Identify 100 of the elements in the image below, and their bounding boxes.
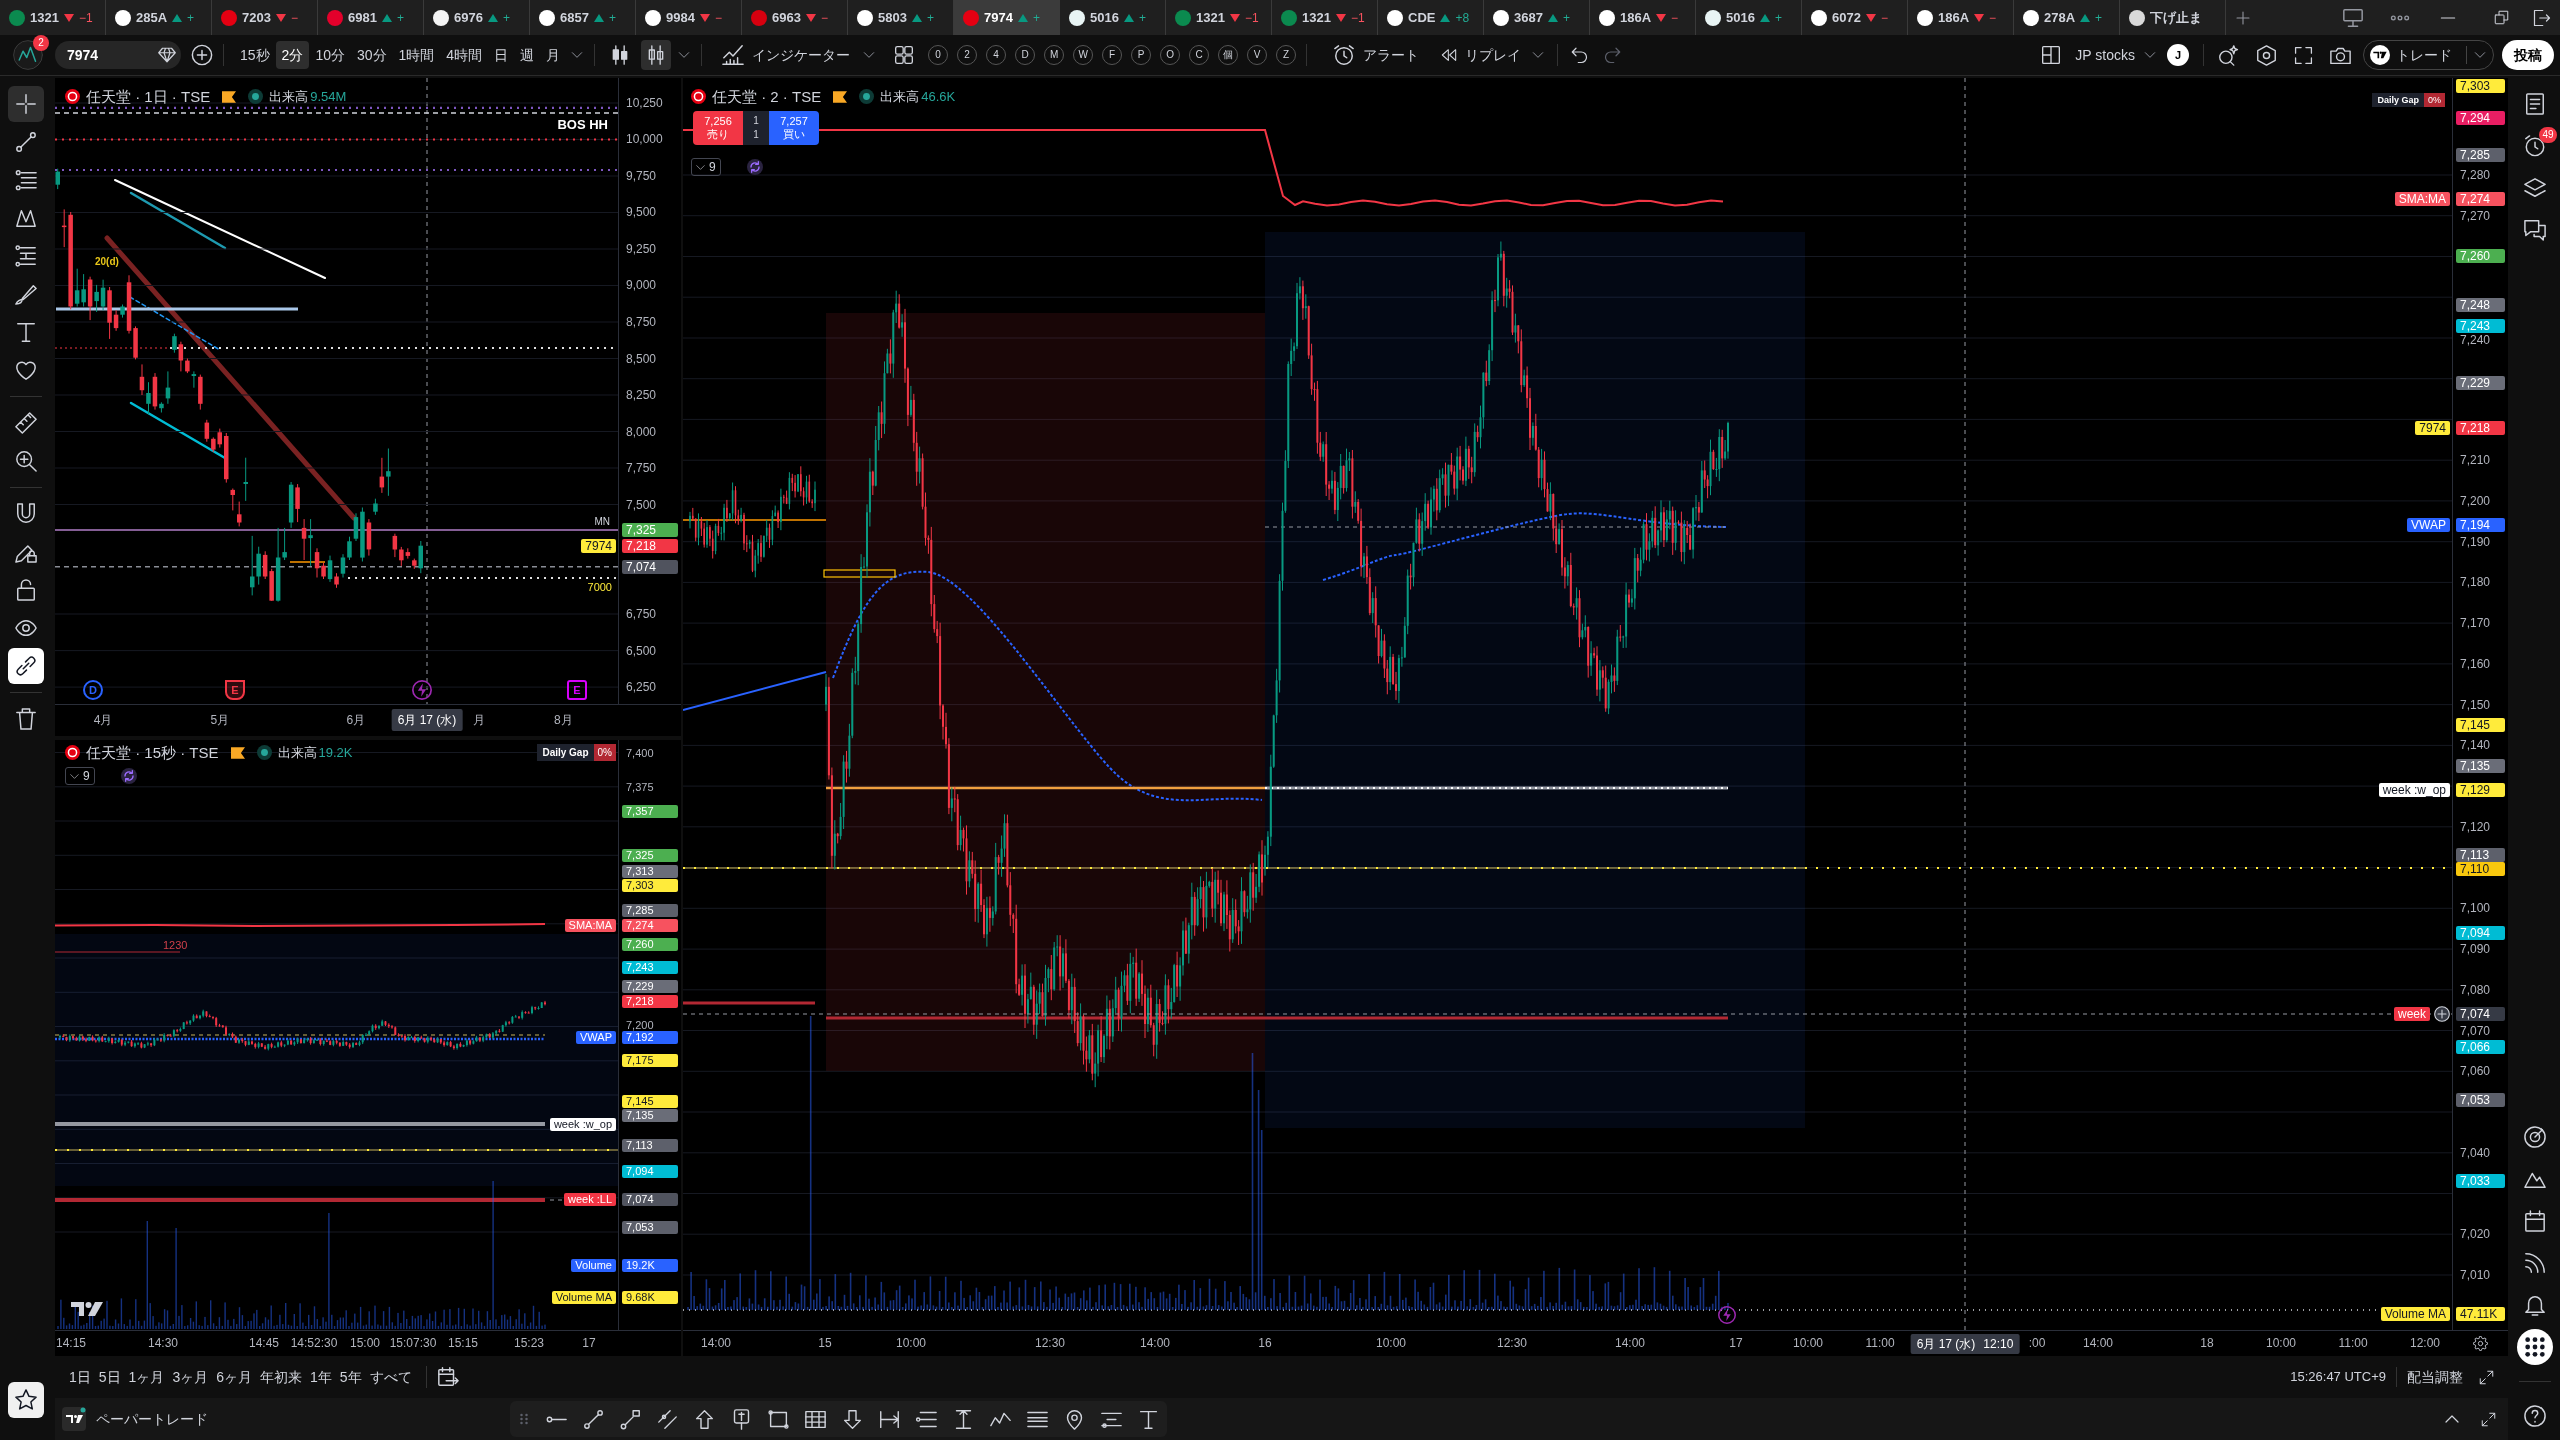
interval-button[interactable]: 4時間 — [440, 41, 489, 69]
earnings-marker: E — [225, 680, 245, 700]
dividend-adjust-button[interactable]: 配当調整 — [2407, 1366, 2463, 1388]
sync-icon[interactable] — [121, 768, 137, 784]
time-label: 14:00 — [701, 1336, 731, 1350]
price-marker: 7,303 — [622, 878, 678, 892]
logo-icon[interactable] — [62, 1407, 86, 1431]
flag-icon — [833, 90, 848, 103]
candlestick — [353, 512, 359, 542]
candlestick — [399, 546, 404, 567]
arrow-up-icon[interactable] — [694, 1408, 715, 1430]
monitor-icon[interactable] — [2342, 6, 2364, 29]
range-button[interactable]: 6ヶ月 — [212, 1363, 256, 1391]
interval-button[interactable]: 10分 — [309, 41, 351, 69]
interval-button[interactable]: 日 — [488, 41, 515, 69]
line-box-icon[interactable] — [620, 1408, 641, 1430]
sync-icon[interactable] — [747, 159, 763, 175]
range-button[interactable]: 5日 — [94, 1363, 125, 1391]
interval-button[interactable]: 30分 — [350, 41, 393, 69]
fullscreen-icon[interactable] — [2294, 45, 2313, 65]
settings-icon[interactable] — [2473, 1336, 2488, 1351]
time-label: 14:00 — [2083, 1336, 2113, 1350]
horizontal-range-icon[interactable] — [879, 1408, 900, 1430]
indicators-button[interactable]: インジケーター — [718, 40, 855, 70]
symbol-tab[interactable]: 7974 + — [954, 0, 1060, 35]
indicators-toggle-button[interactable]: 9 — [691, 158, 721, 176]
time-label: 17 — [582, 1336, 596, 1350]
table-icon[interactable] — [805, 1408, 826, 1430]
settings-icon[interactable] — [2256, 44, 2277, 66]
layout-icon[interactable] — [2041, 45, 2062, 65]
rss-icon — [2524, 1252, 2546, 1274]
range-button[interactable]: 1年 — [306, 1363, 336, 1391]
link-button[interactable] — [8, 648, 44, 684]
new-tab-icon[interactable] — [2235, 9, 2251, 26]
replay-button[interactable]: リプレイ — [1441, 40, 1522, 70]
rewind-icon — [1441, 47, 1458, 63]
redo-icon[interactable] — [1604, 46, 1623, 64]
line-name-label: 7974 — [581, 538, 616, 553]
sell-button[interactable]: 7,256 売り — [693, 111, 743, 145]
profile-avatar-icon[interactable] — [13, 40, 43, 70]
maximize-icon[interactable] — [2479, 1369, 2494, 1385]
crosshair-price-label: 7,074 — [2456, 1007, 2505, 1022]
volume-label: 出来高 — [269, 88, 309, 106]
trend-line-icon[interactable] — [583, 1408, 604, 1430]
price-marker: 7,325 — [622, 848, 678, 862]
range-button[interactable]: 1日 — [65, 1363, 95, 1391]
price-marker: 7,274 — [2456, 192, 2505, 207]
map-pin-icon[interactable] — [1064, 1408, 1085, 1430]
go-to-date-icon[interactable] — [436, 1366, 459, 1388]
notification-badge: 2 — [33, 35, 49, 51]
text-tool-icon[interactable] — [1138, 1408, 1159, 1430]
layout-grid-icon[interactable] — [894, 45, 915, 65]
range-button[interactable]: 1ヶ月 — [124, 1363, 169, 1391]
rectangle-icon[interactable] — [768, 1408, 789, 1430]
interval-button[interactable]: 月 — [540, 41, 567, 69]
gap-indicator-label: Daily Gap — [537, 744, 594, 761]
add-circle-icon[interactable] — [2434, 1006, 2450, 1023]
crosshair-button[interactable] — [8, 86, 44, 122]
publish-button[interactable]: 投稿 — [2502, 40, 2554, 70]
lightning-marker-icon — [1718, 1306, 1736, 1324]
drag-handle-icon[interactable] — [518, 1413, 530, 1425]
apps-grid-button[interactable] — [2517, 1329, 2553, 1365]
arrow-down-icon[interactable] — [842, 1408, 863, 1430]
alert-button[interactable]: アラート — [1333, 40, 1420, 70]
interval-button[interactable]: 2分 — [275, 41, 310, 69]
exit-icon[interactable] — [2533, 8, 2551, 27]
buy-button[interactable]: 7,257 買い — [769, 111, 819, 145]
signpost-icon[interactable] — [731, 1408, 752, 1430]
range-button[interactable]: 3ヶ月 — [168, 1363, 213, 1391]
logo-icon — [2370, 45, 2390, 65]
undo-icon[interactable] — [1570, 46, 1589, 64]
price-marker: 7,094 — [622, 1165, 678, 1179]
hollow-candles-style-button[interactable] — [641, 40, 672, 70]
range-button[interactable]: 5年 — [335, 1363, 366, 1391]
symbol-search-field[interactable]: 7974 — [55, 41, 181, 69]
range-button[interactable]: 年初来 — [256, 1363, 306, 1391]
range-button[interactable]: すべて — [365, 1363, 416, 1391]
watchlist-selector[interactable]: JP stocks — [2075, 40, 2157, 70]
restore-icon[interactable] — [2494, 10, 2509, 25]
paper-trading-tab[interactable]: ペーパートレード — [96, 1408, 208, 1430]
interval-button[interactable]: 週 — [514, 41, 541, 69]
search-icon[interactable] — [2218, 44, 2239, 66]
vertical-range-icon[interactable] — [953, 1408, 974, 1430]
line-name-label: 7974 — [2415, 420, 2450, 435]
time-label: :00 — [2028, 1336, 2046, 1350]
interval-button[interactable]: 1時間 — [392, 41, 441, 69]
price-scale-label: 7,180 — [2460, 575, 2491, 590]
candlestick — [262, 550, 268, 580]
time-label: 14:00 — [1140, 1336, 1170, 1350]
favorites-button[interactable] — [8, 1382, 44, 1418]
user-avatar[interactable]: J — [2167, 44, 2189, 66]
parallel-lines-icon[interactable] — [657, 1408, 678, 1430]
price-scale-label: 8,000 — [626, 424, 657, 439]
time-label: 10:00 — [1793, 1336, 1823, 1350]
price-marker: 7,053 — [2456, 1092, 2505, 1107]
indicators-toggle-button[interactable]: 9 — [65, 767, 95, 785]
add-compare-icon[interactable] — [191, 44, 213, 66]
maximize-icon[interactable] — [2481, 1411, 2496, 1427]
interval-button[interactable]: 15秒 — [234, 41, 276, 69]
time-label: 16 — [1258, 1336, 1272, 1350]
